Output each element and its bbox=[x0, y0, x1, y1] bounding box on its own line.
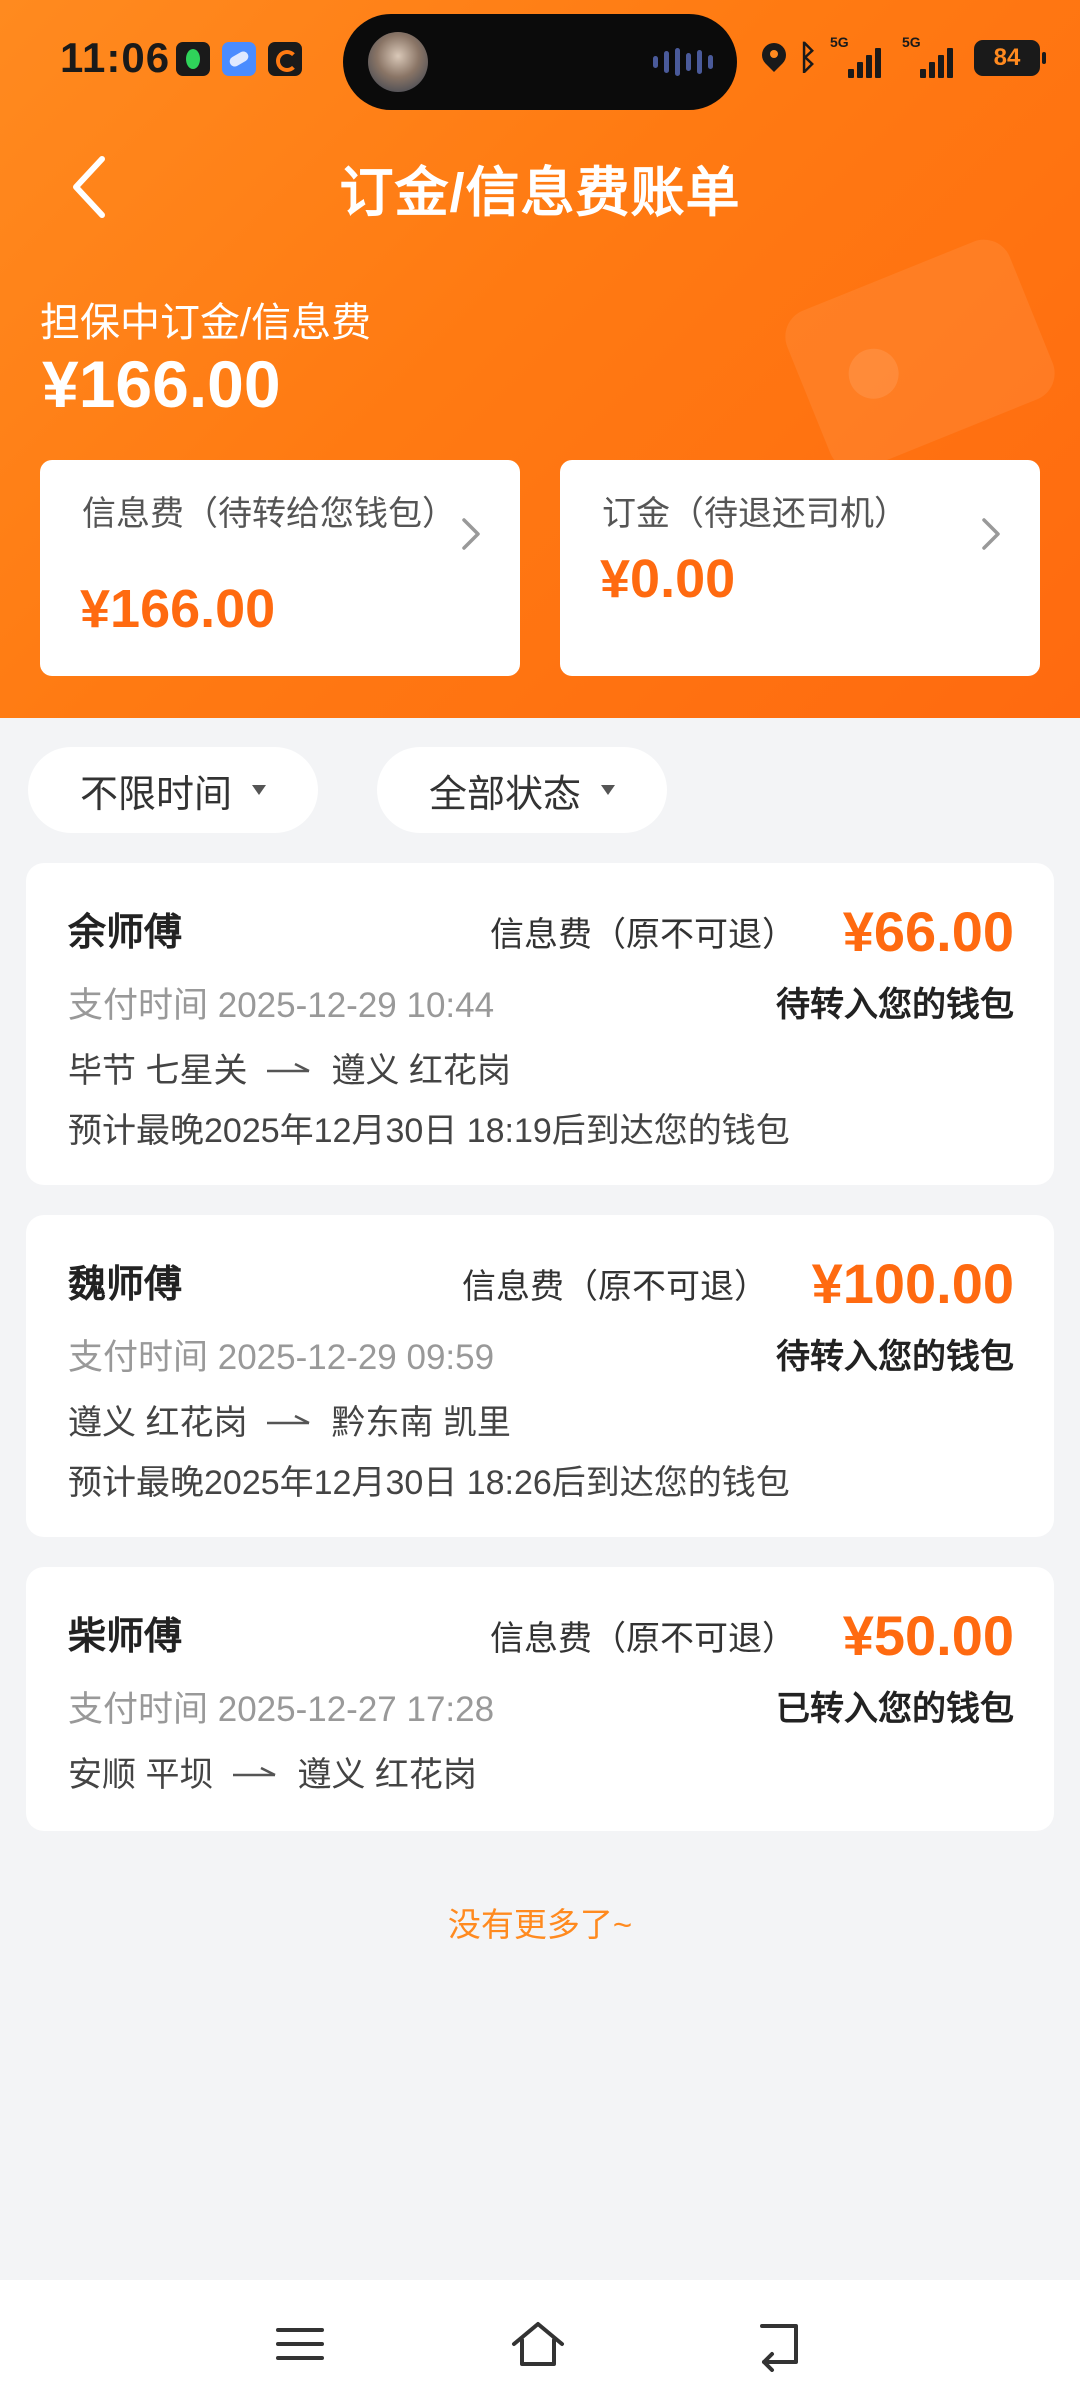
escrow-label: 担保中订金/信息费 bbox=[40, 301, 372, 345]
back-icon[interactable] bbox=[752, 2316, 808, 2372]
status-filter-label: 全部状态 bbox=[428, 773, 581, 816]
route-to: 遵义 红花岗 bbox=[331, 1052, 511, 1090]
route-from: 毕节 七星关 bbox=[68, 1052, 248, 1090]
deposit-label: 订金（待退还司机） bbox=[602, 495, 908, 533]
deposit-amount: ¥0.00 bbox=[600, 549, 736, 609]
avatar bbox=[368, 32, 428, 92]
audio-wave-icon bbox=[653, 48, 713, 76]
header-banner: 11:06 ᛒ 5G 5G 84 订金/信息费账单 担保中订金/信息费 ¥166… bbox=[0, 0, 1080, 718]
route-arrow-icon bbox=[267, 1062, 311, 1072]
deposit-card[interactable]: 订金（待退还司机） ¥0.00 bbox=[560, 460, 1040, 676]
record-amount: ¥100.00 bbox=[811, 1252, 1014, 1315]
location-icon bbox=[762, 43, 786, 73]
wallet-decoration bbox=[776, 231, 1064, 479]
record-amount: ¥50.00 bbox=[842, 1604, 1014, 1667]
transfer-status: 待转入您的钱包 bbox=[776, 1338, 1014, 1376]
transfer-status: 已转入您的钱包 bbox=[776, 1690, 1014, 1728]
pay-time: 支付时间 2025-12-29 09:59 bbox=[68, 1338, 495, 1377]
home-icon[interactable] bbox=[510, 2316, 566, 2372]
bill-record[interactable]: 柴师傅 信息费（原不可退） ¥50.00 支付时间 2025-12-27 17:… bbox=[26, 1567, 1054, 1831]
caret-down-icon bbox=[601, 785, 615, 795]
transfer-status: 待转入您的钱包 bbox=[776, 986, 1014, 1024]
status-time: 11:06 bbox=[60, 34, 171, 81]
status-bar: 11:06 ᛒ 5G 5G 84 bbox=[0, 0, 1080, 120]
fee-type: 信息费（原不可退） bbox=[462, 1268, 768, 1306]
driver-name: 余师傅 bbox=[68, 912, 183, 954]
route-from: 遵义 红花岗 bbox=[68, 1404, 248, 1442]
info-fee-amount: ¥166.00 bbox=[80, 579, 276, 639]
status-indicators: ᛒ 5G 5G 84 bbox=[762, 34, 1046, 78]
route-arrow-icon bbox=[267, 1414, 311, 1424]
status-filter-dropdown[interactable]: 全部状态 bbox=[377, 747, 667, 833]
arrival-estimate: 预计最晚2025年12月30日 18:19后到达您的钱包 bbox=[68, 1112, 790, 1150]
dynamic-island[interactable] bbox=[343, 14, 737, 110]
bill-record[interactable]: 余师傅 信息费（原不可退） ¥66.00 支付时间 2025-12-29 10:… bbox=[26, 863, 1054, 1185]
arrival-estimate: 预计最晚2025年12月30日 18:26后到达您的钱包 bbox=[68, 1464, 790, 1502]
signal-icon: 5G bbox=[830, 34, 890, 78]
pay-time: 支付时间 2025-12-27 17:28 bbox=[68, 1690, 495, 1729]
escrow-amount: ¥166.00 bbox=[42, 347, 281, 421]
battery-icon: 84 bbox=[974, 40, 1046, 76]
route: 毕节 七星关 遵义 红花岗 bbox=[68, 1043, 511, 1092]
time-filter-dropdown[interactable]: 不限时间 bbox=[28, 747, 318, 833]
driver-name: 魏师傅 bbox=[68, 1264, 183, 1306]
fee-type: 信息费（原不可退） bbox=[490, 916, 796, 954]
route: 安顺 平坝 遵义 红花岗 bbox=[68, 1747, 477, 1796]
music-app-icon bbox=[176, 42, 210, 76]
route: 遵义 红花岗 黔东南 凯里 bbox=[68, 1395, 511, 1444]
record-amount: ¥66.00 bbox=[842, 900, 1014, 963]
bluetooth-icon: ᛒ bbox=[797, 39, 818, 77]
route-arrow-icon bbox=[233, 1766, 277, 1776]
bill-record[interactable]: 魏师傅 信息费（原不可退） ¥100.00 支付时间 2025-12-29 09… bbox=[26, 1215, 1054, 1537]
time-filter-label: 不限时间 bbox=[79, 773, 232, 816]
info-fee-label: 信息费（待转给您钱包） bbox=[82, 495, 456, 533]
cloud-app-icon bbox=[222, 42, 256, 76]
caret-down-icon bbox=[252, 785, 266, 795]
route-to: 黔东南 凯里 bbox=[331, 1404, 511, 1442]
sync-app-icon bbox=[268, 42, 302, 76]
end-of-list-text: 没有更多了~ bbox=[447, 1906, 633, 1943]
route-to: 遵义 红花岗 bbox=[297, 1756, 477, 1794]
menu-icon[interactable] bbox=[272, 2316, 328, 2372]
route-from: 安顺 平坝 bbox=[68, 1756, 214, 1794]
signal-icon-2: 5G bbox=[902, 34, 962, 78]
driver-name: 柴师傅 bbox=[68, 1616, 183, 1658]
fee-type: 信息费（原不可退） bbox=[490, 1620, 796, 1658]
info-fee-card[interactable]: 信息费（待转给您钱包） ¥166.00 bbox=[40, 460, 520, 676]
chevron-right-icon bbox=[462, 518, 480, 550]
chevron-right-icon bbox=[982, 518, 1000, 550]
pay-time: 支付时间 2025-12-29 10:44 bbox=[68, 986, 495, 1025]
page-title: 订金/信息费账单 bbox=[339, 163, 741, 223]
system-nav-bar bbox=[0, 2280, 1080, 2408]
